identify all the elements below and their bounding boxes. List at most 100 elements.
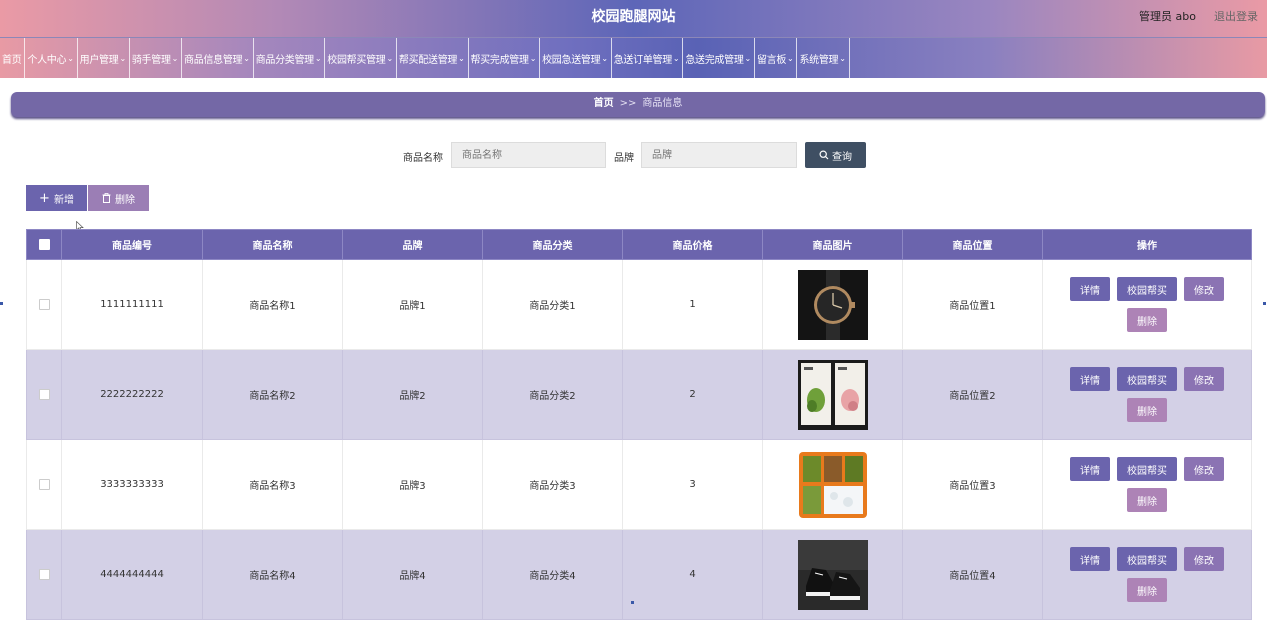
- resize-handle: [1263, 302, 1266, 305]
- row-checkbox[interactable]: [38, 568, 50, 580]
- campus-buy-button[interactable]: 校园帮买: [1117, 367, 1177, 391]
- detail-button[interactable]: 详情: [1070, 547, 1110, 571]
- chevron-down-icon: ⌄: [458, 53, 465, 63]
- select-all-cell: [26, 229, 62, 260]
- main-nav: 首页 个人中心 ⌄ 用户管理 ⌄ 骑手管理 ⌄ 商品信息管理 ⌄ 商品分类管理 ⌄ 校园帮…: [0, 37, 1267, 78]
- name-search-input[interactable]: [451, 142, 606, 168]
- select-all-checkbox[interactable]: [38, 238, 50, 250]
- chevron-down-icon: ⌄: [787, 53, 794, 63]
- current-user: 管理员 abo: [1139, 10, 1196, 23]
- product-brand: 品牌2: [342, 349, 483, 440]
- edit-button[interactable]: 修改: [1184, 457, 1224, 481]
- row-delete-button[interactable]: 删除: [1127, 578, 1167, 602]
- edit-button[interactable]: 修改: [1184, 547, 1224, 571]
- product-image-cell: [762, 439, 903, 530]
- search-button-label: 查询: [832, 151, 852, 163]
- campus-buy-button[interactable]: 校园帮买: [1117, 547, 1177, 571]
- row-checkbox[interactable]: [38, 388, 50, 400]
- row-actions-cell: 详情 校园帮买 修改 删除: [1042, 259, 1252, 350]
- nav-item-express[interactable]: 校园急送管理 ⌄: [540, 38, 612, 78]
- search-button[interactable]: 查询: [805, 142, 866, 168]
- product-price: 3: [622, 439, 763, 530]
- product-image-cell: [762, 259, 903, 350]
- chevron-down-icon: ⌄: [839, 53, 846, 63]
- product-name: 商品名称3: [202, 439, 343, 530]
- column-header: 商品图片: [762, 229, 903, 260]
- nav-item-label: 校园急送管理: [542, 54, 601, 66]
- nav-item-users[interactable]: 用户管理 ⌄: [78, 38, 130, 78]
- nav-item-label: 急送完成管理: [685, 54, 744, 66]
- nav-item-label: 个人中心: [27, 54, 67, 66]
- bulk-delete-label: 删除: [115, 194, 135, 206]
- product-price: 4: [622, 529, 763, 620]
- product-name: 商品名称2: [202, 349, 343, 440]
- nav-item-label: 急送订单管理: [613, 54, 673, 66]
- column-header: 操作: [1042, 229, 1252, 260]
- edit-button[interactable]: 修改: [1184, 277, 1224, 301]
- chevron-down-icon: ⌄: [243, 53, 250, 63]
- nav-item-categories[interactable]: 商品分类管理 ⌄: [254, 38, 326, 78]
- nav-item-label: 用户管理: [79, 54, 119, 66]
- breadcrumb: 首页 >> 商品信息: [11, 92, 1265, 117]
- nav-item-express-complete[interactable]: 急送完成管理 ⌄: [683, 38, 755, 78]
- chevron-down-icon: ⌄: [672, 53, 680, 63]
- nav-item-express-orders[interactable]: 急送订单管理 ⌄: [612, 38, 684, 78]
- detail-button[interactable]: 详情: [1070, 457, 1110, 481]
- bento-box-image: [797, 449, 868, 520]
- detail-button[interactable]: 详情: [1070, 277, 1110, 301]
- tea-packs-image: [797, 359, 868, 430]
- product-name: 商品名称4: [202, 529, 343, 620]
- campus-buy-button[interactable]: 校园帮买: [1117, 457, 1177, 481]
- nav-item-label: 商品分类管理: [255, 54, 315, 66]
- nav-item-buy-delivery[interactable]: 帮买配送管理 ⌄: [397, 38, 469, 78]
- bulk-delete-button[interactable]: 删除: [88, 185, 149, 211]
- product-name: 商品名称1: [202, 259, 343, 350]
- nav-item-label: 帮买配送管理: [398, 54, 458, 66]
- column-header: 商品分类: [482, 229, 623, 260]
- plus-icon: +: [39, 190, 50, 206]
- nav-item-profile[interactable]: 个人中心 ⌄: [25, 38, 78, 78]
- row-select-cell: [26, 259, 62, 350]
- logout-link[interactable]: 退出登录: [1214, 8, 1258, 24]
- nav-item-campus-buy[interactable]: 校园帮买管理 ⌄: [325, 38, 397, 78]
- nav-item-label: 帮买完成管理: [470, 54, 530, 66]
- nav-item-system[interactable]: 系统管理 ⌄: [797, 38, 850, 78]
- chevron-down-icon: ⌄: [529, 53, 537, 63]
- row-delete-button[interactable]: 删除: [1127, 398, 1167, 422]
- top-header: 校园跑腿网站 管理员 abo 退出登录: [0, 0, 1267, 37]
- nav-item-label: 商品信息管理: [184, 54, 243, 66]
- product-category: 商品分类2: [482, 349, 623, 440]
- row-delete-button[interactable]: 删除: [1127, 308, 1167, 332]
- chevron-down-icon: ⌄: [119, 53, 126, 63]
- product-category: 商品分类1: [482, 259, 623, 350]
- nav-item-messages[interactable]: 留言板 ⌄: [755, 38, 798, 78]
- product-location: 商品位置2: [902, 349, 1043, 440]
- row-checkbox[interactable]: [38, 478, 50, 490]
- product-category: 商品分类4: [482, 529, 623, 620]
- nav-item-buy-complete[interactable]: 帮买完成管理 ⌄: [469, 38, 541, 78]
- product-code: 2222222222: [61, 349, 203, 440]
- breadcrumb-home[interactable]: 首页: [594, 98, 614, 109]
- nav-item-products[interactable]: 商品信息管理 ⌄: [182, 38, 254, 78]
- resize-handle: [631, 601, 634, 604]
- brand-search-input[interactable]: [641, 142, 797, 168]
- breadcrumb-separator: >>: [619, 98, 637, 109]
- resize-handle: [0, 302, 3, 305]
- sneakers-image: [797, 539, 868, 610]
- nav-item-riders[interactable]: 骑手管理 ⌄: [130, 38, 183, 78]
- nav-item-home[interactable]: 首页: [0, 38, 26, 78]
- product-code: 1111111111: [61, 259, 203, 350]
- product-code: 4444444444: [61, 529, 203, 620]
- campus-buy-button[interactable]: 校园帮买: [1117, 277, 1177, 301]
- edit-button[interactable]: 修改: [1184, 367, 1224, 391]
- row-delete-button[interactable]: 删除: [1127, 488, 1167, 512]
- row-checkbox[interactable]: [38, 298, 50, 310]
- row-actions-cell: 详情 校园帮买 修改 删除: [1042, 349, 1252, 440]
- product-location: 商品位置3: [902, 439, 1043, 530]
- row-select-cell: [26, 349, 62, 440]
- chevron-down-icon: ⌄: [386, 53, 393, 63]
- detail-button[interactable]: 详情: [1070, 367, 1110, 391]
- add-button[interactable]: + 新增: [26, 185, 87, 211]
- chevron-down-icon: ⌄: [171, 53, 179, 63]
- brand-search-label: 品牌: [614, 153, 634, 164]
